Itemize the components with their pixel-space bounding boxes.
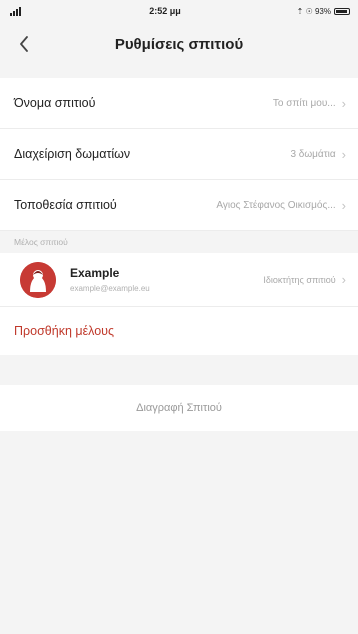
room-management-row[interactable]: Διαχείριση δωματίων 3 δωμάτια › (0, 129, 358, 180)
settings-group: Όνομα σπιτιού Το σπίτι μου... › Διαχείρι… (0, 78, 358, 231)
battery-icon (334, 7, 350, 15)
home-location-row[interactable]: Τοποθεσία σπιτιού Αγιος Στέφανος Οικισμό… (0, 180, 358, 231)
chevron-right-icon: › (341, 146, 346, 162)
signal-icon (10, 6, 70, 16)
delete-home-button[interactable]: Διαγραφή Σπιτιού (0, 385, 358, 431)
spacer (0, 66, 358, 78)
status-battery-text: ⇡ ☉ 93% (296, 6, 331, 16)
member-email: example@example.eu (70, 284, 150, 293)
status-bar: 2:52 μμ ⇡ ☉ 93% (0, 0, 358, 22)
home-location-value: Αγιος Στέφανος Οικισμός... (216, 199, 336, 211)
home-name-label: Όνομα σπιτιού (14, 96, 96, 110)
back-button[interactable] (12, 32, 36, 56)
member-row[interactable]: Example example@example.eu Ιδιοκτήτης σπ… (0, 253, 358, 307)
chevron-right-icon: › (341, 197, 346, 213)
members-section-header: Μέλος σπιτιού (0, 231, 358, 253)
navigation-bar: Ρυθμίσεις σπιτιού (0, 22, 358, 66)
chevron-right-icon: › (341, 272, 346, 287)
page-title: Ρυθμίσεις σπιτιού (114, 35, 244, 53)
room-management-label: Διαχείριση δωματίων (14, 147, 131, 161)
avatar (20, 261, 56, 298)
spacer (0, 355, 358, 385)
status-time: 2:52 μμ (149, 6, 181, 16)
home-name-row[interactable]: Όνομα σπιτιού Το σπίτι μου... › (0, 78, 358, 129)
home-location-label: Τοποθεσία σπιτιού (14, 198, 117, 212)
home-name-value: Το σπίτι μου... (272, 97, 336, 109)
member-name: Example (70, 266, 120, 280)
member-role: Ιδιοκτήτης σπιτιού (263, 274, 336, 285)
user-avatar-icon (20, 261, 56, 298)
chevron-right-icon: › (341, 95, 346, 111)
room-count-value: 3 δωμάτια (290, 148, 336, 160)
chevron-left-icon (20, 36, 28, 52)
add-member-button[interactable]: Προσθήκη μέλους (0, 307, 358, 355)
status-right: ⇡ ☉ 93% (260, 7, 350, 16)
